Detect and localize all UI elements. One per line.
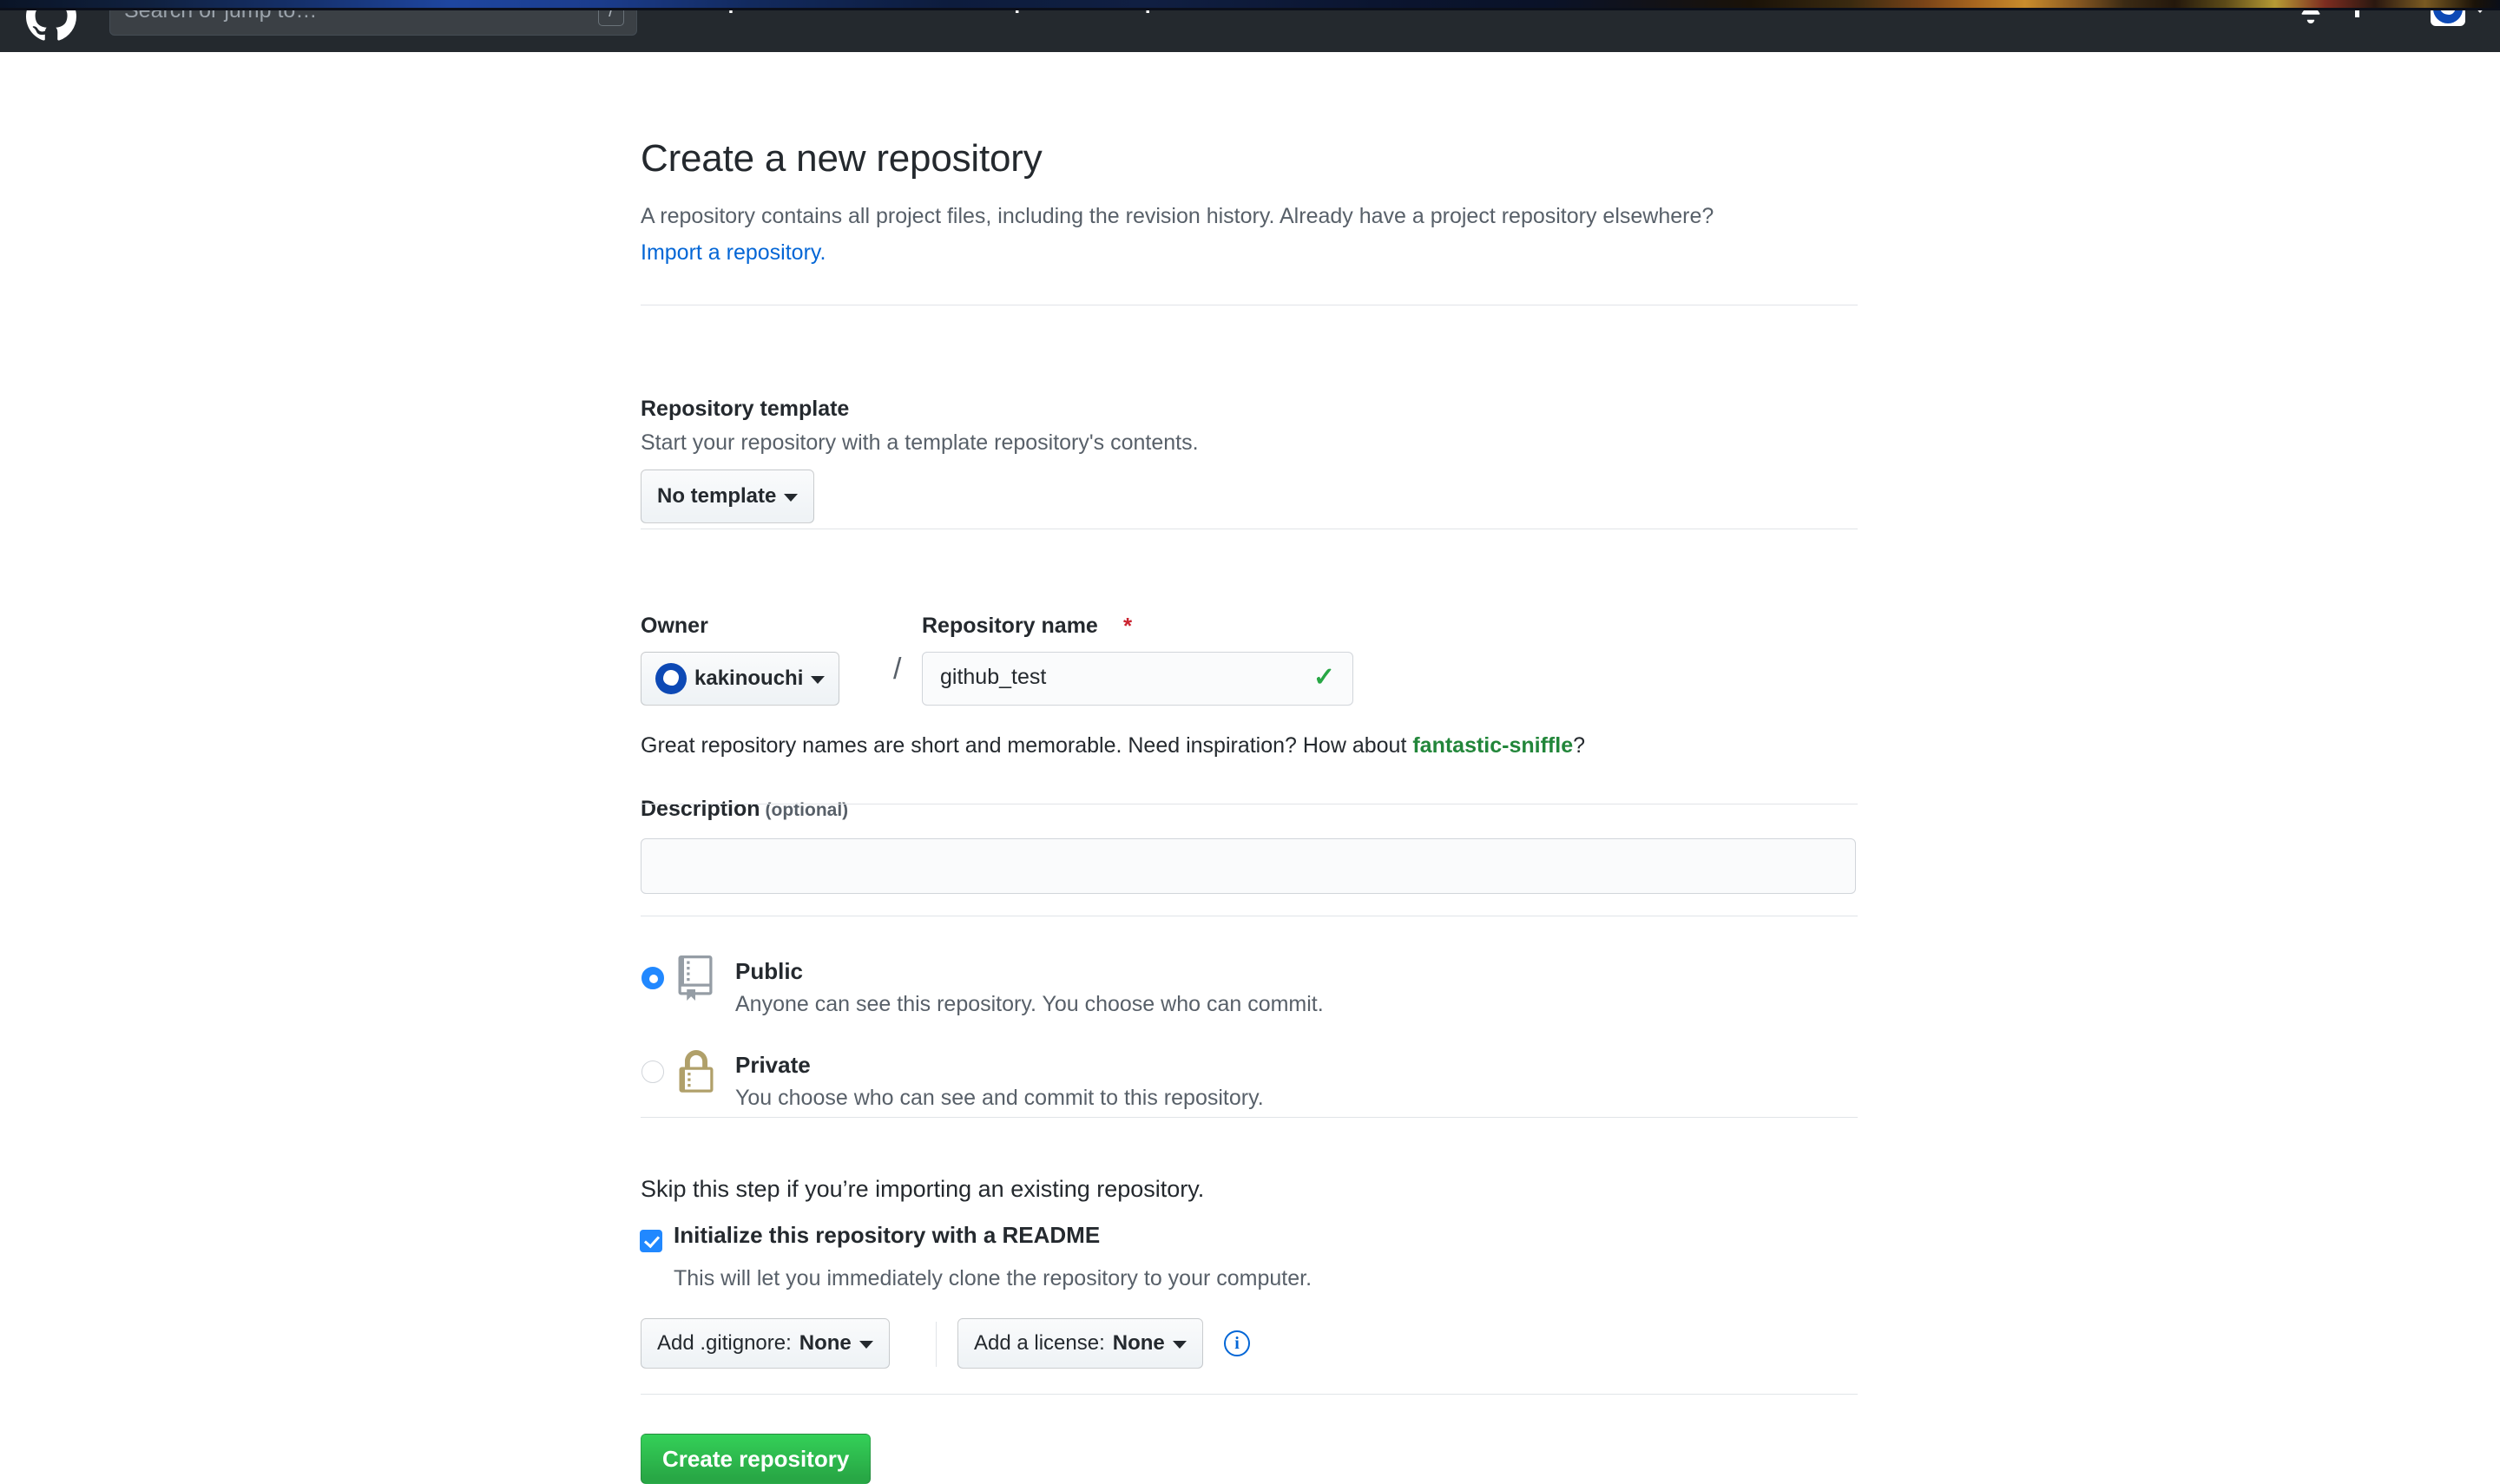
page-subtitle-text: A repository contains all project files,… [641,204,1714,228]
owner-repo-separator: / [893,653,902,686]
template-select-button[interactable]: No template [641,469,815,523]
suggested-repository-name[interactable]: fantastic-sniffle [1412,733,1573,758]
gitignore-select-button[interactable]: Add .gitignore: None [641,1318,890,1369]
check-icon: ✓ [1312,663,1335,692]
initialize-readme-help: This will let you immediately clone the … [674,1266,1312,1290]
repository-template-help: Start your repository with a template re… [641,430,1199,455]
visibility-title-public: Public [735,958,804,984]
visibility-title-private: Private [735,1052,811,1078]
owner-name-label: kakinouchi [694,666,804,690]
required-asterisk: * [1123,613,1133,639]
desktop-wallpaper-strip [0,0,2500,10]
info-icon[interactable]: i [1224,1330,1250,1356]
repository-template-label: Repository template [641,397,850,421]
hint-prefix-text: Great repository names are short and mem… [641,733,1413,758]
repo-icon [676,955,714,1001]
create-repository-button[interactable]: Create repository [641,1434,872,1484]
divider [641,1117,1858,1118]
divider [936,1322,937,1367]
license-value-label: None [1112,1331,1165,1355]
chevron-down-icon [784,494,799,502]
owner-select-button[interactable]: kakinouchi [641,652,840,706]
gitignore-prefix-label: Add .gitignore: [657,1331,792,1355]
visibility-description-public: Anyone can see this repository. You choo… [735,992,1324,1016]
visibility-description-private: You choose who can see and commit to thi… [735,1086,1264,1110]
create-repository-label: Create repository [662,1445,850,1472]
divider [641,1394,1858,1395]
chevron-down-icon [859,1341,873,1349]
owner-avatar [655,663,687,694]
chevron-down-icon [1172,1341,1187,1349]
visibility-radio-public[interactable] [641,967,664,989]
github-global-header: Search or jump to… / Pull requests Issue… [0,0,2500,52]
repository-name-hint: Great repository names are short and mem… [641,733,1585,758]
initialize-readme-label: Initialize this repository with a README [674,1222,1101,1248]
repository-name-value: github_test [940,665,1047,689]
chevron-down-icon [811,676,826,684]
visibility-radio-private[interactable] [641,1060,664,1083]
description-input[interactable] [641,838,1856,894]
description-label: Description (optional) [641,797,848,822]
skip-step-text: Skip this step if you’re importing an ex… [641,1176,1205,1202]
repository-name-input[interactable]: github_test ✓ [922,652,1353,706]
description-label-text: Description [641,797,760,821]
initialize-readme-checkbox[interactable] [640,1230,662,1252]
page-subtitle: A repository contains all project files,… [641,198,1778,271]
repository-name-label: Repository name [922,614,1098,638]
page-title: Create a new repository [641,137,1043,180]
owner-label: Owner [641,614,708,638]
import-repository-link[interactable]: Import a repository. [641,240,826,265]
hint-suffix-text: ? [1573,733,1586,758]
lock-icon [678,1050,714,1095]
template-select-label: No template [657,484,777,508]
gitignore-value-label: None [799,1331,852,1355]
license-prefix-label: Add a license: [974,1331,1105,1355]
license-select-button[interactable]: Add a license: None [957,1318,1203,1369]
